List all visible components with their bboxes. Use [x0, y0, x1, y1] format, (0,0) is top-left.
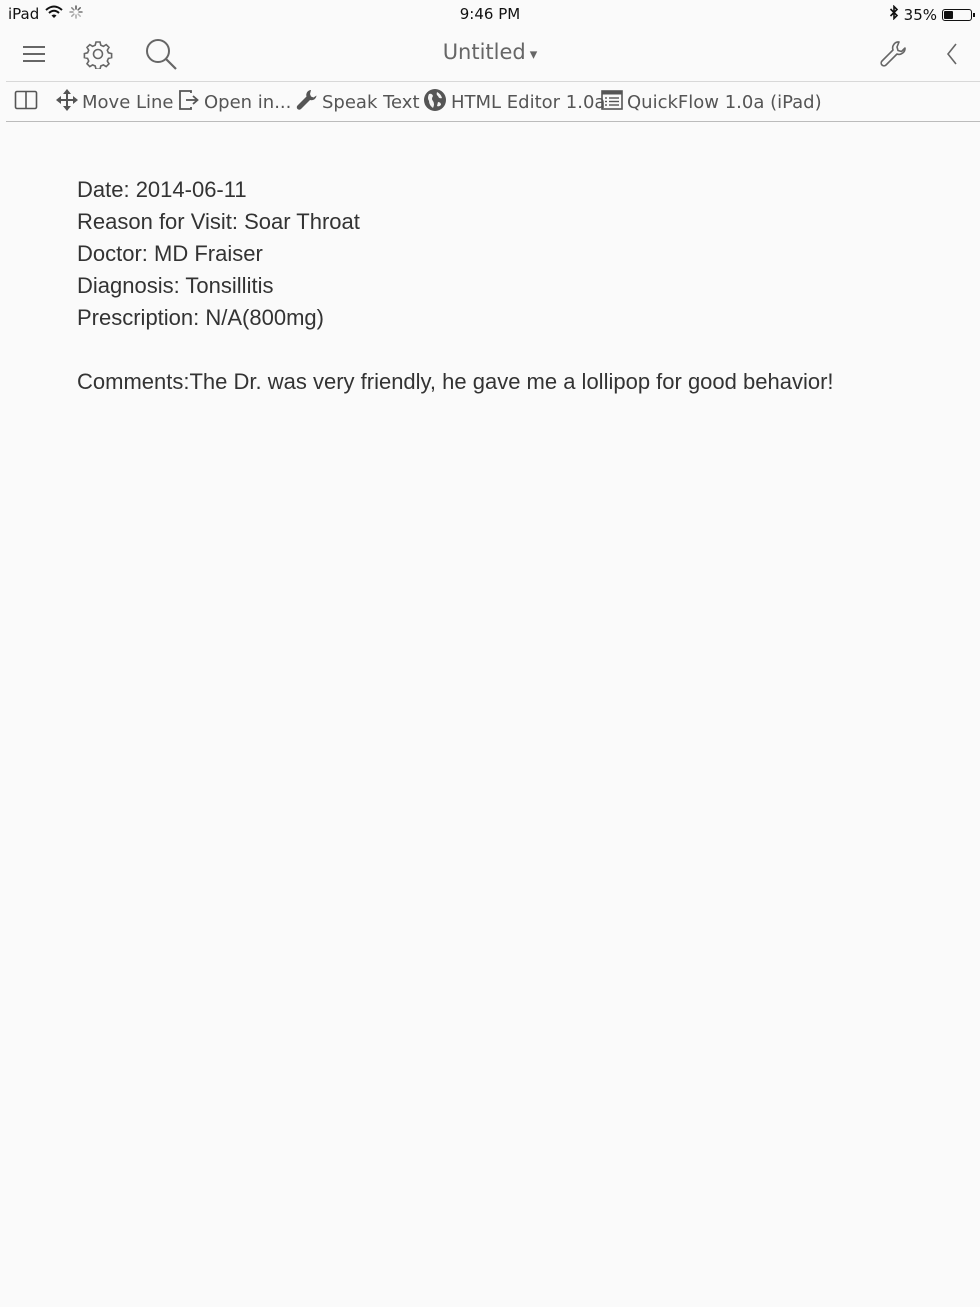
- move-line-label: Move Line: [82, 91, 174, 113]
- move-line-button[interactable]: Move Line: [56, 82, 174, 122]
- document-title-menu[interactable]: Untitled ▾: [0, 40, 980, 64]
- html-editor-button[interactable]: HTML Editor 1.0a: [423, 82, 605, 122]
- open-in-button[interactable]: Open in...: [178, 82, 291, 122]
- battery-level: [944, 10, 953, 19]
- speak-text-button[interactable]: Speak Text: [296, 82, 420, 122]
- wrench-icon[interactable]: [876, 36, 912, 72]
- document-line-date[interactable]: Date: 2014-06-11: [77, 174, 937, 206]
- quickflow-button[interactable]: QuickFlow 1.0a (iPad): [601, 82, 822, 122]
- move-arrows-icon: [56, 88, 78, 116]
- status-time: 9:46 PM: [459, 5, 521, 23]
- open-in-icon: [178, 89, 200, 116]
- chevron-left-icon[interactable]: [934, 36, 970, 72]
- open-in-label: Open in...: [204, 91, 292, 113]
- status-bar: iPad 9:46 PM 35%: [0, 0, 980, 28]
- battery-percent: 35%: [903, 5, 937, 24]
- title-caret-icon: ▾: [529, 45, 538, 63]
- document-title: Untitled: [442, 40, 526, 64]
- document-line-doctor[interactable]: Doctor: MD Fraiser: [77, 238, 937, 270]
- html-editor-label: HTML Editor 1.0a: [451, 91, 606, 113]
- nav-bar: Untitled ▾: [0, 28, 980, 80]
- battery-icon: [942, 8, 975, 21]
- status-right: 35%: [889, 4, 975, 24]
- document-line-comments[interactable]: Comments:The Dr. was very friendly, he g…: [77, 366, 937, 398]
- document-line-diagnosis[interactable]: Diagnosis: Tonsillitis: [77, 270, 937, 302]
- document-line-prescription[interactable]: Prescription: N/A(800mg): [77, 302, 937, 334]
- wrench-icon: [296, 89, 318, 116]
- quickflow-label: QuickFlow 1.0a (iPad): [627, 91, 822, 113]
- globe-icon: [423, 88, 447, 117]
- speak-text-label: Speak Text: [322, 91, 420, 113]
- document-blank-line[interactable]: [77, 334, 937, 366]
- bluetooth-icon: [889, 4, 899, 24]
- document-line-reason[interactable]: Reason for Visit: Soar Throat: [77, 206, 937, 238]
- split-view-icon: [14, 90, 38, 115]
- extensions-toolbar: Move Line Open in... Speak Text HTML Edi…: [6, 81, 980, 122]
- document-text-area[interactable]: Date: 2014-06-11 Reason for Visit: Soar …: [77, 174, 937, 398]
- split-view-button[interactable]: [14, 82, 42, 122]
- list-window-icon: [601, 89, 623, 115]
